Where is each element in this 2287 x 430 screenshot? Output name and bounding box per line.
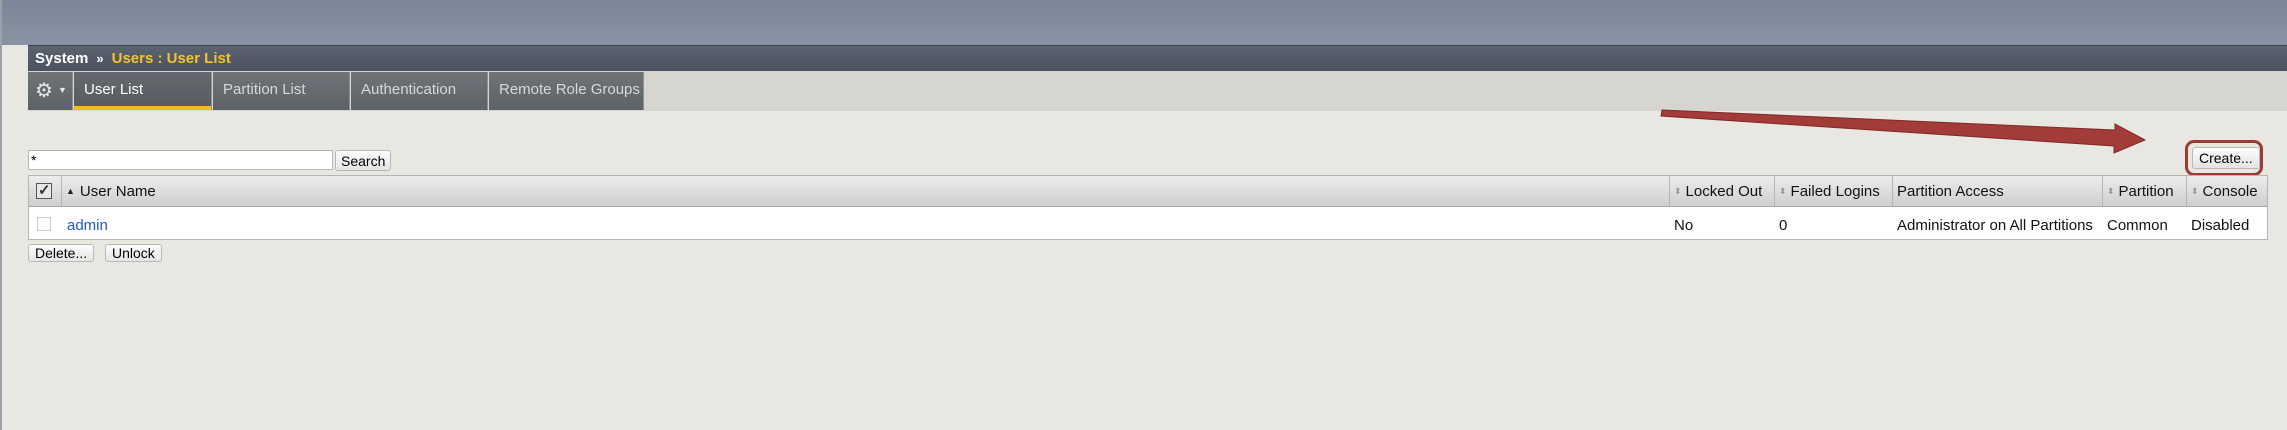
select-all-cell <box>29 176 61 207</box>
column-header-locked-out[interactable]: ⬍ Locked Out <box>1669 176 1774 207</box>
column-label: Locked Out <box>1685 183 1763 200</box>
sort-icon: ⬍ <box>1674 186 1682 196</box>
column-label: Partition Access <box>1897 183 2004 200</box>
delete-button[interactable]: Delete... <box>28 244 95 262</box>
partition-access-value: Administrator on All Partitions <box>1897 217 2093 234</box>
user-name-link[interactable]: admin <box>67 217 108 234</box>
failed-logins-value: 0 <box>1779 217 1788 234</box>
select-all-checkbox[interactable] <box>36 181 52 199</box>
console-value: Disabled <box>2191 217 2250 234</box>
column-header-partition[interactable]: ⬍ Partition <box>2102 176 2186 207</box>
row-checkbox[interactable] <box>37 217 51 231</box>
column-header-failed-logins[interactable]: ⬍ Failed Logins <box>1774 176 1892 207</box>
sort-ascending-icon: ▲ <box>66 186 75 196</box>
app-root: System » Users : User List ⚙ ▼ User List… <box>0 0 2287 430</box>
locked-out-value: No <box>1674 217 1694 234</box>
table-row: admin No 0 Administrator on All Partitio… <box>29 208 2267 241</box>
column-label: Console <box>2202 183 2258 200</box>
table-header: ▲User Name ⬍Locked Out ⬍Failed Logins Pa… <box>29 176 2267 207</box>
column-header-console[interactable]: ⬍ Console <box>2186 176 2269 207</box>
sort-icon: ⬍ <box>1779 186 1787 196</box>
column-label: Partition <box>2118 183 2174 200</box>
unlock-button[interactable]: Unlock <box>105 244 162 262</box>
column-header-partition-access: Partition Access <box>1892 176 2102 207</box>
arrow-shape <box>1660 109 2147 154</box>
column-label: Failed Logins <box>1790 183 1880 200</box>
users-table: ▲User Name ⬍Locked Out ⬍Failed Logins Pa… <box>28 175 2268 240</box>
sort-icon: ⬍ <box>2107 186 2115 196</box>
partition-value: Common <box>2107 217 2168 234</box>
sort-icon: ⬍ <box>2191 186 2199 196</box>
column-label: User Name <box>79 183 156 200</box>
annotation-highlight-box <box>2185 140 2263 176</box>
column-header-user-name[interactable]: ▲ User Name <box>61 176 1701 207</box>
